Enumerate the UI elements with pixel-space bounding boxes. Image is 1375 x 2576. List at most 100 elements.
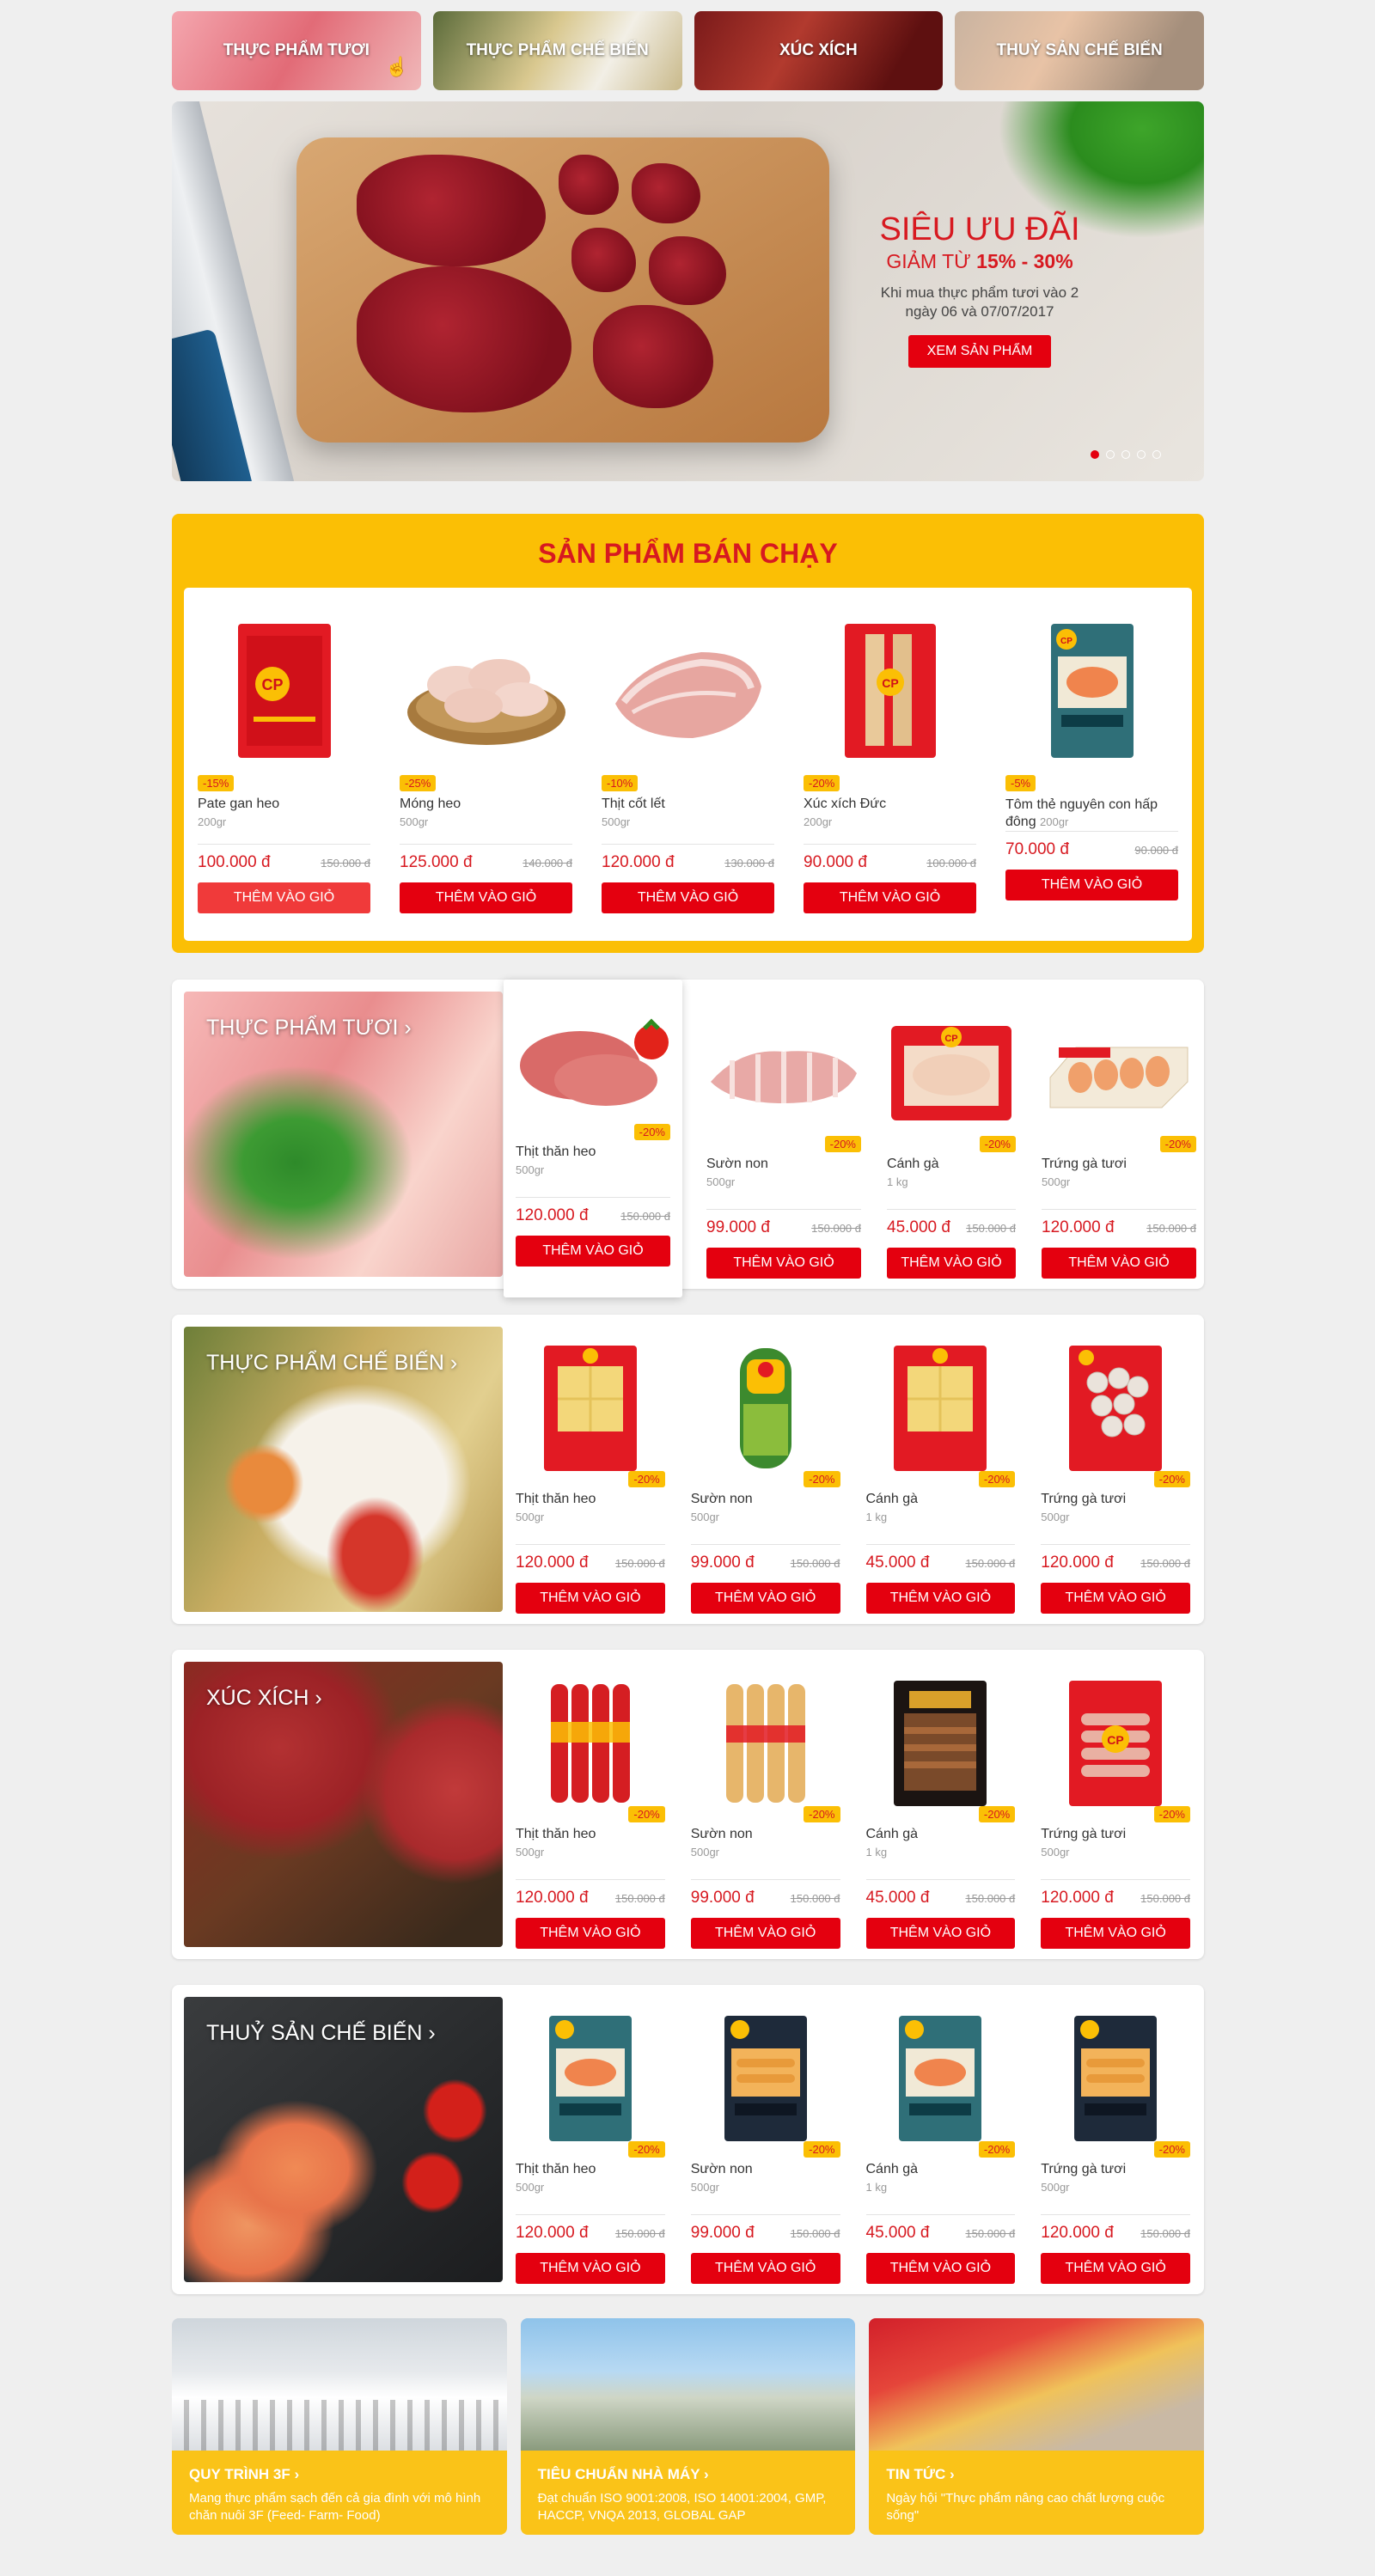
add-to-cart-button[interactable]: THÊM VÀO GIỎ <box>516 1236 670 1267</box>
add-to-cart-button[interactable]: THÊM VÀO GIỎ <box>1041 1918 1190 1949</box>
product-card[interactable]: CP -20% Xúc xích Đức 200gr 90.000 đ 100.… <box>804 613 976 941</box>
info-card-3f[interactable]: QUY TRÌNH 3F › Mang thực phẩm sạch đến c… <box>172 2318 507 2535</box>
add-to-cart-button[interactable]: THÊM VÀO GIỎ <box>1041 1583 1190 1614</box>
add-to-cart-button[interactable]: THÊM VÀO GIỎ <box>865 1918 1016 1949</box>
add-to-cart-button[interactable]: THÊM VÀO GIỎ <box>198 882 370 913</box>
product-name[interactable]: Thịt cốt lết <box>602 797 774 814</box>
product-card[interactable]: -20% Cánh gà 1 kg 45.000 đ 150.000 đ THÊM… <box>865 1327 1016 1614</box>
category-title-link[interactable]: THUỶ SẢN CHẾ BIẾN › <box>206 2021 436 2046</box>
add-to-cart-button[interactable]: THÊM VÀO GIỎ <box>516 1918 665 1949</box>
product-name[interactable]: Cánh gà <box>866 1492 1016 1509</box>
category-title-link[interactable]: XÚC XÍCH › <box>206 1686 322 1711</box>
product-name[interactable]: Thịt thăn heo <box>516 1827 665 1844</box>
product-name[interactable]: Thịt thăn heo <box>516 2162 665 2179</box>
product-name[interactable]: Cánh gà <box>866 1827 1016 1844</box>
category-title-link[interactable]: THỰC PHẨM CHẾ BIẾN › <box>206 1351 457 1376</box>
view-products-button[interactable]: XEM SẢN PHẨM <box>908 335 1052 368</box>
product-name[interactable]: Cánh gà <box>866 2162 1016 2179</box>
product-card[interactable]: -10% Thịt cốt lết 500gr 120.000 đ 130.00… <box>602 613 774 941</box>
add-to-cart-button[interactable]: THÊM VÀO GIỎ <box>865 1583 1016 1614</box>
product-card[interactable]: -20% Sườn non 500gr 99.000 đ 150.000 đ TH… <box>690 1327 840 1614</box>
carousel-dot[interactable] <box>1106 450 1115 459</box>
info-cards: QUY TRÌNH 3F › Mang thực phẩm sạch đến c… <box>172 2318 1205 2535</box>
product-card[interactable]: -20% Sườn non 500gr 99.000 đ 150.000 đ TH… <box>690 1662 840 1949</box>
bestseller-products: CP -15% Pate gan heo 200gr 100.000 đ 150… <box>184 588 1192 941</box>
add-to-cart-button[interactable]: THÊM VÀO GIỎ <box>1005 870 1178 900</box>
category-banner[interactable]: THUỶ SẢN CHẾ BIẾN › <box>184 1997 503 2282</box>
product-card[interactable]: -25% Móng heo 500gr 125.000 đ 140.000 đ … <box>400 613 572 941</box>
add-to-cart-button[interactable]: THÊM VÀO GIỎ <box>1041 2253 1190 2284</box>
product-card[interactable]: CP -5% Tôm thẻ nguyên con hấp đông 200gr… <box>1005 613 1178 941</box>
product-card[interactable]: -20% Trứng gà tươi 500gr 120.000 đ 150.00… <box>1041 1997 1190 2284</box>
info-card-factory[interactable]: TIÊU CHUẨN NHÀ MÁY › Đạt chuẩn ISO 9001:… <box>520 2318 856 2535</box>
price-row: 100.000 đ 150.000 đ <box>198 844 370 872</box>
info-text: Ngày hội "Thực phẩm nâng cao chất lượng … <box>886 2491 1165 2523</box>
add-to-cart-button[interactable]: THÊM VÀO GIỎ <box>400 882 572 913</box>
chevron-right-icon: › <box>703 2466 709 2482</box>
info-title[interactable]: TIÊU CHUẨN NHÀ MÁY › <box>538 2466 839 2483</box>
product-name[interactable]: Sườn non <box>691 1827 840 1844</box>
category-tab-fresh[interactable]: THỰC PHẨM TƯƠI ☝ <box>172 11 421 90</box>
product-name[interactable]: Sườn non <box>691 2162 840 2179</box>
category-banner[interactable]: THỰC PHẨM TƯƠI › <box>184 992 503 1277</box>
product-name[interactable]: Trứng gà tươi <box>1041 2162 1190 2179</box>
carousel-dot[interactable] <box>1152 450 1161 459</box>
add-to-cart-button[interactable]: THÊM VÀO GIỎ <box>690 1583 840 1614</box>
product-card[interactable]: -20% Trứng gà tươi 500gr 120.000 đ 150.00… <box>1041 1327 1190 1614</box>
product-name[interactable]: Sườn non <box>691 1492 840 1509</box>
product-card[interactable]: -20% Trứng gà tươi 500gr 120.000 đ 150.00… <box>1042 992 1196 1279</box>
category-tab-processed[interactable]: THỰC PHẨM CHẾ BIẾN <box>432 11 682 90</box>
product-name[interactable]: Trứng gà tươi <box>1041 1492 1190 1509</box>
category-tab-seafood[interactable]: THUỶ SẢN CHẾ BIẾN <box>955 11 1204 90</box>
product-name-text: Tôm thẻ nguyên con hấp đông <box>1005 797 1158 829</box>
discount-badge: -20% <box>804 1471 840 1487</box>
product-name[interactable]: Tôm thẻ nguyên con hấp đông 200gr <box>1005 797 1178 831</box>
add-to-cart-button[interactable]: THÊM VÀO GIỎ <box>887 1248 1016 1279</box>
carousel-dot[interactable] <box>1137 450 1146 459</box>
price-row: 99.000 đ 150.000 đ <box>706 1209 861 1237</box>
add-to-cart-button[interactable]: THÊM VÀO GIỎ <box>516 2253 665 2284</box>
carousel-dot[interactable] <box>1121 450 1130 459</box>
product-card[interactable]: -20% Thịt thăn heo 500gr 120.000 đ 150.00… <box>516 1662 665 1949</box>
category-title-link[interactable]: THỰC PHẨM TƯƠI › <box>206 1016 412 1041</box>
product-card[interactable]: CP -20% Trứng gà tươi 500gr 120.000 đ 150… <box>1041 1662 1190 1949</box>
add-to-cart-button[interactable]: THÊM VÀO GIỎ <box>690 2253 840 2284</box>
add-to-cart-button[interactable]: THÊM VÀO GIỎ <box>865 2253 1016 2284</box>
product-name[interactable]: Sườn non <box>706 1157 861 1174</box>
discount-badge: -20% <box>978 2141 1016 2158</box>
product-card[interactable]: -20% Thịt thăn heo 500gr 120.000 đ 150.00… <box>516 1327 665 1614</box>
product-card[interactable]: -20% Sườn non 500gr 99.000 đ 150.000 đ TH… <box>690 1997 840 2284</box>
add-to-cart-button[interactable]: THÊM VÀO GIỎ <box>706 1248 861 1279</box>
add-to-cart-button[interactable]: THÊM VÀO GIỎ <box>804 882 976 913</box>
product-card[interactable]: -20% Cánh gà 1 kg 45.000 đ 150.000 đ THÊM… <box>865 1662 1016 1949</box>
product-name[interactable]: Cánh gà <box>887 1157 1016 1174</box>
info-title[interactable]: TIN TỨC › <box>886 2466 1187 2483</box>
product-card[interactable]: -20% Thịt thăn heo 500gr 120.000 đ 150.00… <box>516 1997 665 2284</box>
add-to-cart-button[interactable]: THÊM VÀO GIỎ <box>602 882 774 913</box>
product-card[interactable]: -20% Cánh gà 1 kg 45.000 đ 150.000 đ THÊM… <box>865 1997 1016 2284</box>
product-card[interactable]: CP -20% Cánh gà 1 kg 45.000 đ 150.000 đ T… <box>887 992 1016 1279</box>
info-card-news[interactable]: TIN TỨC › Ngày hội "Thực phẩm nâng cao c… <box>869 2318 1205 2535</box>
category-tab-sausage[interactable]: XÚC XÍCH <box>694 11 944 90</box>
product-card[interactable]: -20% Thịt thăn heo 500gr 120.000 đ 150.00… <box>504 980 682 1297</box>
product-card[interactable]: -20% Sườn non 500gr 99.000 đ 150.000 đ TH… <box>706 992 861 1279</box>
category-banner[interactable]: THỰC PHẨM CHẾ BIẾN › <box>184 1327 503 1612</box>
carousel-dot[interactable] <box>1091 450 1099 459</box>
product-name[interactable]: Móng heo <box>400 797 572 814</box>
product-card[interactable]: CP -15% Pate gan heo 200gr 100.000 đ 150… <box>198 613 370 941</box>
product-name[interactable]: Thịt thăn heo <box>516 1145 670 1162</box>
add-to-cart-button[interactable]: THÊM VÀO GIỎ <box>516 1583 665 1614</box>
product-name[interactable]: Trứng gà tươi <box>1042 1157 1196 1174</box>
product-name[interactable]: Pate gan heo <box>198 797 370 814</box>
category-banner[interactable]: XÚC XÍCH › <box>184 1662 503 1947</box>
bone-steak-graphic <box>593 305 713 408</box>
product-weight: 500gr <box>1041 1846 1070 1859</box>
add-to-cart-button[interactable]: THÊM VÀO GIỎ <box>690 1918 840 1949</box>
product-name[interactable]: Xúc xích Đức <box>804 797 976 814</box>
current-price: 120.000 đ <box>516 1206 589 1224</box>
product-weight: 500gr <box>516 1846 545 1859</box>
add-to-cart-button[interactable]: THÊM VÀO GIỎ <box>1042 1248 1196 1279</box>
info-title[interactable]: QUY TRÌNH 3F › <box>189 2466 490 2483</box>
product-name[interactable]: Trứng gà tươi <box>1041 1827 1190 1844</box>
product-name[interactable]: Thịt thăn heo <box>516 1492 665 1509</box>
